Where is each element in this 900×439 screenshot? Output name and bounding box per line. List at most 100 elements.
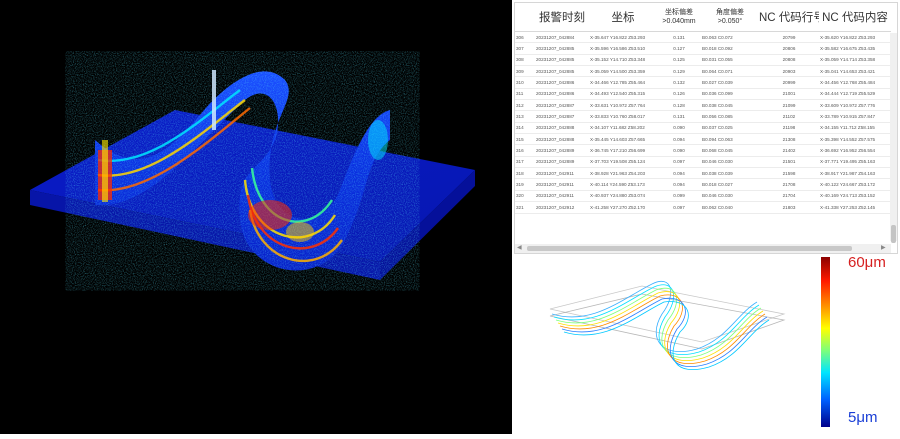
table-cell: B0.063 C0.072 xyxy=(701,31,759,44)
column-header-line: >0.050° xyxy=(717,18,743,25)
colorbar-max-label: 60μm xyxy=(848,254,886,271)
arrow-left-icon[interactable]: ◀ xyxy=(517,244,522,253)
table-cell: B0.031 C0.055 xyxy=(701,54,759,67)
table-cell: 312 xyxy=(515,99,535,112)
table-row[interactable]: 307 20231207_042885 X-35.596 Y16.586 Z53.5… xyxy=(515,42,891,55)
table-cell: 321 xyxy=(515,201,535,214)
3d-deviation-view[interactable] xyxy=(0,0,512,434)
table-cell: B0.094 C0.063 xyxy=(701,133,759,146)
table-cell: X-40.122 Y24.667 Z53.172 xyxy=(819,178,891,191)
table-row[interactable]: 312 20231207_042887 X-33.631 Y10.972 Z57.7… xyxy=(515,99,891,112)
table-cell: X-36.745 Y17.210 Z56.699 xyxy=(589,144,657,157)
toolpath-render xyxy=(549,281,786,370)
table-row[interactable]: 308 20231207_042885 X-35.152 Y14.710 Z53.3… xyxy=(515,54,891,67)
table-cell: X-41.338 Y27.253 Z52.145 xyxy=(819,201,891,214)
vertical-scrollbar[interactable] xyxy=(890,33,897,243)
table-cell: 21308 xyxy=(759,133,819,146)
table-cell: X-33.609 Y10.972 Z57.776 xyxy=(819,99,891,112)
table-row[interactable]: 320 20231207_042911 X-40.937 Y24.880 Z53.0… xyxy=(515,190,891,203)
column-header-0[interactable] xyxy=(515,3,535,32)
alarm-table-panel[interactable]: 报警时刻 坐标 坐标偏差 >0.040mm 角度偏差 >0.050° NC 代码行号 NC 代… xyxy=(514,2,898,254)
table-row[interactable]: 317 20231207_042889 X-37.703 Y19.508 Z55.1… xyxy=(515,156,891,169)
table-row[interactable]: 316 20231207_042889 X-36.745 Y17.210 Z56.6… xyxy=(515,144,891,157)
table-cell: 21102 xyxy=(759,110,819,123)
column-header-4[interactable]: 角度偏差 >0.050° xyxy=(701,3,759,32)
column-header-6[interactable]: NC 代码内容 xyxy=(819,3,891,32)
table-row[interactable]: 314 20231207_042888 X-34.107 Y11.682 Z58.2… xyxy=(515,122,891,135)
horizontal-scroll-thumb[interactable] xyxy=(527,246,852,251)
table-cell: 0.090 xyxy=(657,122,701,135)
table-cell: B0.018 C0.027 xyxy=(701,178,759,191)
table-cell: 0.128 xyxy=(657,99,701,112)
table-row[interactable]: 319 20231207_042911 X-40.114 Y24.590 Z53.1… xyxy=(515,178,891,191)
table-cell: 20231207_042884 xyxy=(535,31,589,44)
table-cell: X-35.620 Y16.822 Z53.293 xyxy=(819,31,891,44)
table-cell: 316 xyxy=(515,144,535,157)
toolpath-deviation-view[interactable] xyxy=(512,254,900,434)
arrow-right-icon[interactable]: ▶ xyxy=(881,244,886,253)
table-cell: X-38.917 Y21.987 Z54.163 xyxy=(819,167,891,180)
table-cell: 0.131 xyxy=(657,31,701,44)
column-header-3[interactable]: 坐标偏差 >0.040mm xyxy=(657,3,701,32)
table-cell: 320 xyxy=(515,190,535,203)
table-cell: X-38.928 Y21.963 Z54.203 xyxy=(589,167,657,180)
column-header-line: 坐标偏差 xyxy=(665,9,693,16)
table-row[interactable]: 315 20231207_042888 X-35.445 Y14.603 Z57.6… xyxy=(515,133,891,146)
table-cell: 20231207_042885 xyxy=(535,54,589,67)
table-cell: 21402 xyxy=(759,144,819,157)
table-cell: 21099 xyxy=(759,99,819,112)
table-body: 306 20231207_042884 X-35.647 Y16.822 Z53.2… xyxy=(515,31,891,214)
table-cell: 20231207_042889 xyxy=(535,144,589,157)
horizontal-scrollbar[interactable]: ◀ ▶ xyxy=(515,244,891,253)
table-cell: 21501 xyxy=(759,156,819,169)
table-cell: 20231207_042911 xyxy=(535,190,589,203)
table-cell: X-35.059 Y14.500 Z53.359 xyxy=(589,65,657,78)
table-cell: X-35.152 Y14.710 Z53.348 xyxy=(589,54,657,67)
table-cell: B0.027 C0.039 xyxy=(701,76,759,89)
table-cell: 306 xyxy=(515,31,535,44)
table-row[interactable]: 306 20231207_042884 X-35.647 Y16.822 Z53.2… xyxy=(515,31,891,44)
table-cell: X-35.041 Y14.653 Z53.421 xyxy=(819,65,891,78)
table-cell: B0.064 C0.071 xyxy=(701,65,759,78)
table-cell: 0.097 xyxy=(657,156,701,169)
table-cell: X-40.169 Y24.713 Z53.152 xyxy=(819,190,891,203)
table-row[interactable]: 313 20231207_042887 X-33.833 Y10.760 Z58.0… xyxy=(515,110,891,123)
table-row[interactable]: 309 20231207_042885 X-35.059 Y14.500 Z53.3… xyxy=(515,65,891,78)
column-header-5[interactable]: NC 代码行号 xyxy=(759,3,819,32)
table-cell: 315 xyxy=(515,133,535,146)
table-cell: 20231207_042885 xyxy=(535,42,589,55)
table-cell: B0.036 C0.099 xyxy=(701,88,759,101)
table-cell: X-40.937 Y24.880 Z53.074 xyxy=(589,190,657,203)
table-cell: 307 xyxy=(515,42,535,55)
table-cell: 20231207_042886 xyxy=(535,76,589,89)
table-cell: 21598 xyxy=(759,167,819,180)
table-cell: 309 xyxy=(515,65,535,78)
table-cell: 311 xyxy=(515,88,535,101)
table-cell: X-41.258 Y27.270 Z52.170 xyxy=(589,201,657,214)
table-row[interactable]: 321 20231207_042912 X-41.258 Y27.270 Z52.1… xyxy=(515,201,891,214)
table-cell: X-37.703 Y19.508 Z55.124 xyxy=(589,156,657,169)
table-cell: X-35.582 Y16.675 Z53.435 xyxy=(819,42,891,55)
table-cell: 0.090 xyxy=(657,144,701,157)
table-cell: B0.037 C0.025 xyxy=(701,122,759,135)
column-header-line: NC 代码内容 xyxy=(822,12,888,24)
table-cell: 20231207_042885 xyxy=(535,65,589,78)
table-row[interactable]: 318 20231207_042911 X-38.928 Y21.963 Z54.2… xyxy=(515,167,891,180)
table-cell: 319 xyxy=(515,178,535,191)
vertical-scroll-thumb[interactable] xyxy=(891,225,896,243)
column-header-2[interactable]: 坐标 xyxy=(589,3,657,32)
table-cell: 20231207_042911 xyxy=(535,167,589,180)
table-cell: 0.127 xyxy=(657,42,701,55)
column-header-1[interactable]: 报警时刻 xyxy=(535,3,589,32)
table-cell: X-33.833 Y10.760 Z58.017 xyxy=(589,110,657,123)
table-cell: B0.062 C0.040 xyxy=(701,201,759,214)
table-row[interactable]: 310 20231207_042886 X-34.466 Y12.785 Z55.4… xyxy=(515,76,891,89)
table-cell: X-35.059 Y14.714 Z53.358 xyxy=(819,54,891,67)
table-cell: B0.018 C0.092 xyxy=(701,42,759,55)
table-cell: 20231207_042887 xyxy=(535,99,589,112)
deviation-colorbar xyxy=(821,257,830,427)
table-cell: X-36.692 Y16.952 Z56.554 xyxy=(819,144,891,157)
table-cell: X-35.596 Y16.586 Z53.510 xyxy=(589,42,657,55)
table-cell: X-34.107 Y11.682 Z58.202 xyxy=(589,122,657,135)
table-row[interactable]: 311 20231207_042886 X-34.493 Y12.540 Z55.3… xyxy=(515,88,891,101)
